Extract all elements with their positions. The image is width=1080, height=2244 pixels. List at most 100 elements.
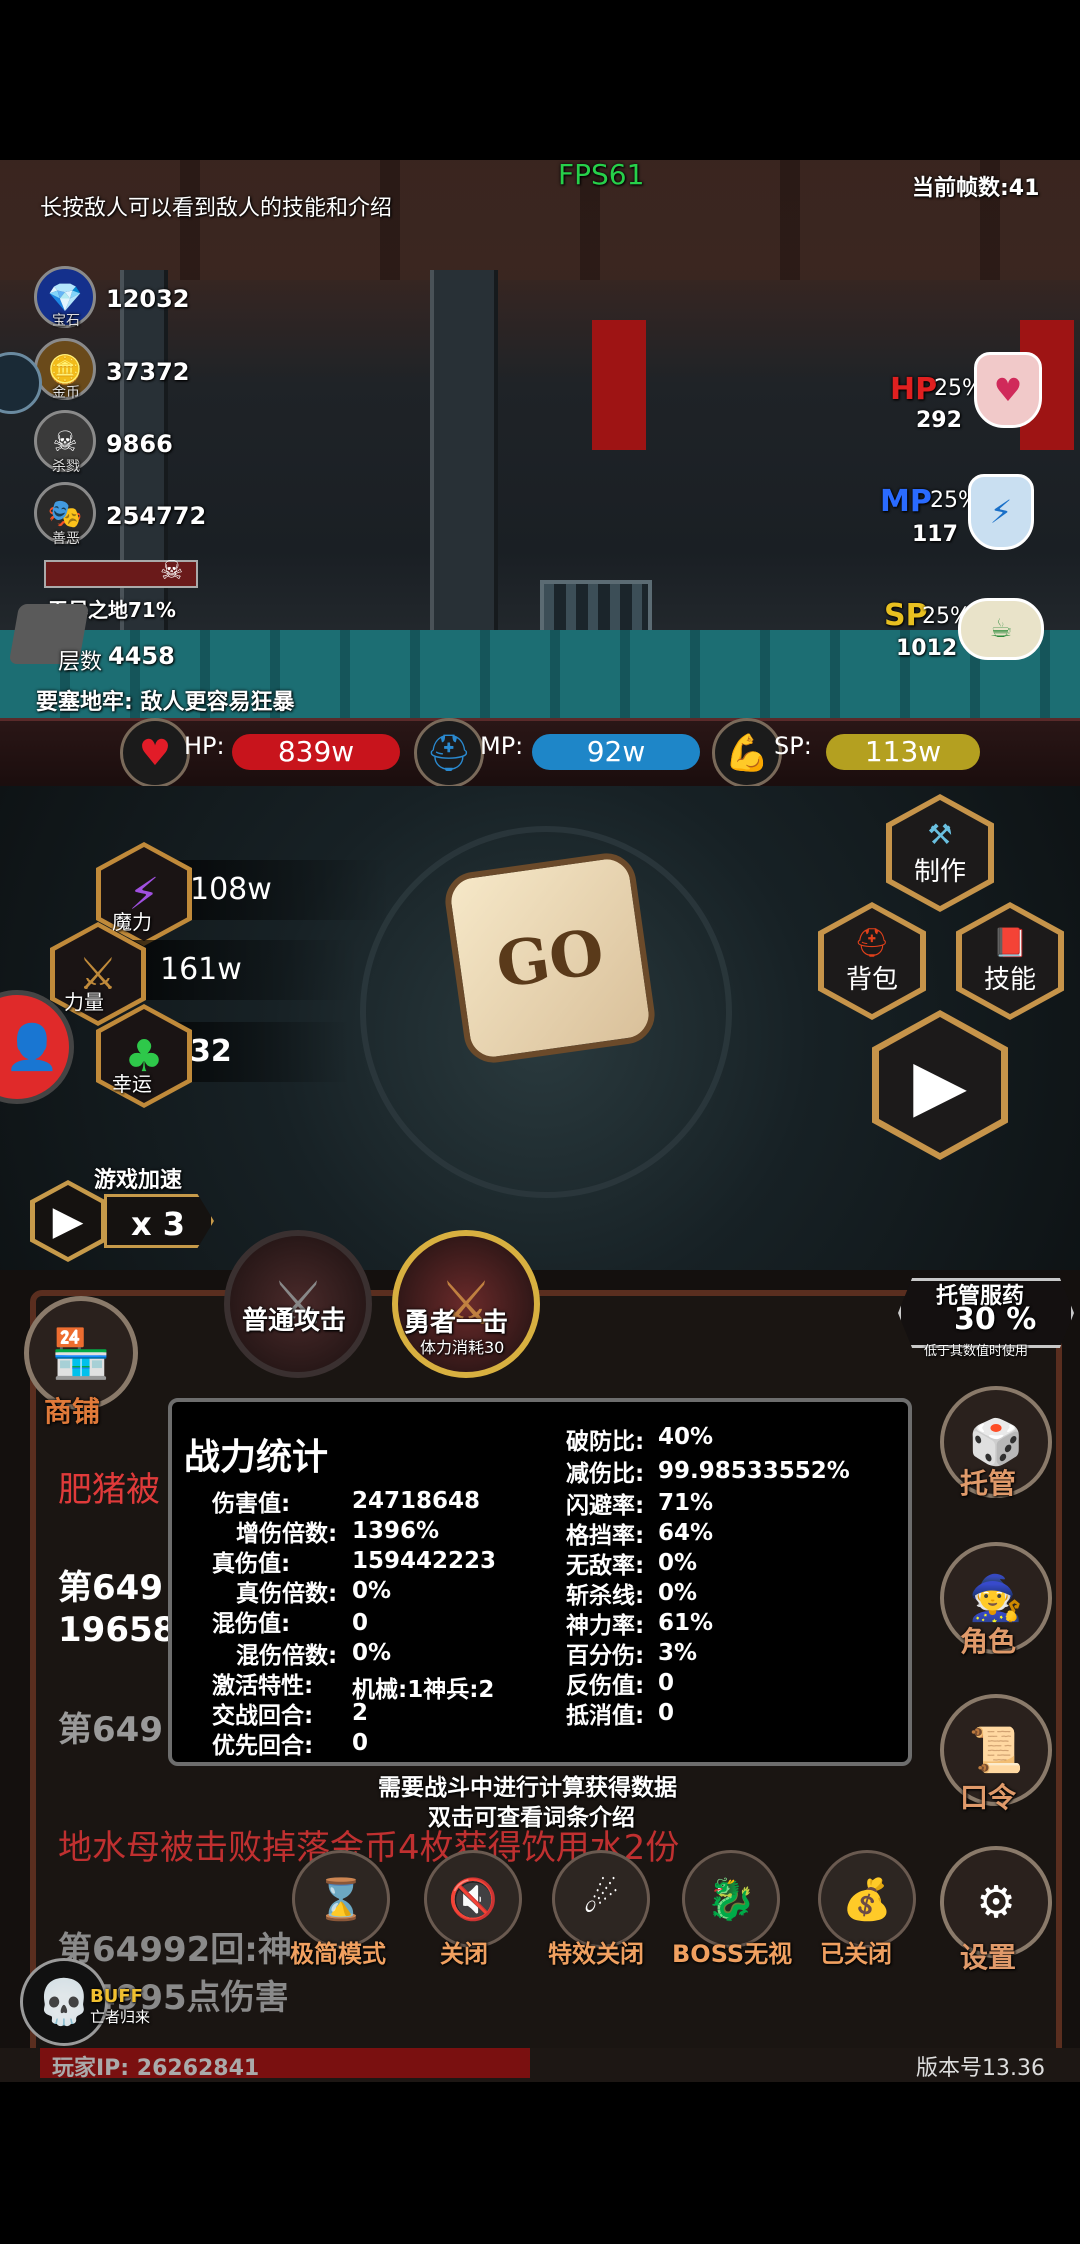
log-line: 第64992回:神 [58, 1930, 292, 1970]
stat-value: 1396% [352, 1518, 440, 1544]
heart-icon: ♥ [120, 718, 190, 788]
sound-toggle-label: 关闭 [440, 1940, 488, 1968]
bag-label: 背包 [845, 965, 898, 995]
shop-icon: 🏪 [51, 1325, 111, 1382]
stat-value: 71% [658, 1490, 714, 1516]
skull-icon: 💀 [36, 1977, 92, 2028]
roll-dice-button[interactable]: GO [441, 849, 659, 1067]
hp-potion-stat: HP [890, 372, 938, 407]
stat-value: 0 [658, 1670, 675, 1696]
red-banner [592, 320, 646, 450]
log-line: 第649 [58, 1568, 163, 1608]
dice-icon: 🎲 [968, 1417, 1024, 1468]
popup-title: 战力统计 [184, 1437, 329, 1478]
coin-count: 37372 [106, 358, 190, 386]
settings-label: 设置 [960, 1941, 1017, 1974]
dungeon-modifier: 要塞地牢: 敌人更容易狂暴 [36, 690, 295, 715]
auto-potion-note: 低于其数值时使用 [924, 1344, 1029, 1359]
hooded-figure-icon: 🧙 [968, 1573, 1024, 1624]
effects-toggle-label: 特效关闭 [548, 1940, 644, 1968]
stat-value: 2 [352, 1700, 369, 1726]
magic-stat-bar: 108w [160, 860, 390, 920]
stat-value: 159442223 [352, 1548, 497, 1574]
stat-label: 抵消值: [566, 1703, 645, 1729]
stat-value: 64% [658, 1520, 714, 1546]
stat-value: 40% [658, 1424, 714, 1450]
stat-value: 0% [352, 1578, 392, 1604]
luck-label: 幸运 [112, 1072, 152, 1096]
stat-value: 机械:1神兵:2 [352, 1677, 495, 1703]
stat-label: 百分伤: [566, 1643, 645, 1669]
stat-value: 0 [352, 1730, 369, 1756]
boss-ignore-label: BOSS无视 [672, 1940, 793, 1968]
mp-potion-icon[interactable]: ⚡ [968, 474, 1034, 550]
kill-count: 9866 [106, 430, 173, 458]
stat-label: 增伤倍数: [236, 1521, 338, 1547]
stat-label: 斩杀线: [566, 1583, 645, 1609]
hp-potion-icon[interactable]: ♥ [974, 352, 1042, 428]
log-line: 肥猪被 [58, 1470, 160, 1510]
buff-label: BUFF [90, 1986, 143, 2007]
gem-count: 12032 [106, 285, 190, 313]
stat-value: 99.98533552% [658, 1458, 850, 1484]
floor-label: 层数 [58, 650, 103, 675]
magic-value: 108w [190, 872, 272, 907]
stat-label: 激活特性: [212, 1673, 314, 1699]
resource-label: 金币 [52, 385, 80, 401]
play-icon: ▶ [35, 1185, 101, 1257]
comet-icon: ☄ [583, 1876, 619, 1922]
knight-helmet-icon: ⛑ [854, 926, 890, 959]
sp-potion-count: 1012 [896, 636, 958, 661]
sp-potion-icon[interactable]: ☕ [958, 598, 1044, 660]
stat-value: 61% [658, 1610, 714, 1636]
luck-value: 32 [190, 1034, 232, 1069]
stat-value: 0% [658, 1550, 698, 1576]
resource-label: 杀戮 [52, 459, 80, 475]
mp-bar: 92w [532, 734, 700, 770]
mute-icon: 🔇 [448, 1876, 498, 1923]
bag-icon: 💰 [842, 1876, 892, 1923]
frame-counter: 当前帧数:41 [912, 176, 1040, 201]
combat-stats-popup[interactable]: 战力统计 伤害值: 24718648 增伤倍数: 1396% 真伤值: 1594… [168, 1398, 912, 1766]
version-number: 版本号13.36 [916, 2056, 1045, 2081]
magic-label: 魔力 [112, 910, 152, 934]
mp-potion-count: 117 [912, 522, 958, 547]
sp-label: SP: [774, 732, 812, 760]
shop-label: 商铺 [44, 1395, 101, 1428]
gear-icon: ⚙ [976, 1876, 1016, 1928]
hourglass-icon: ⌛ [316, 1876, 366, 1923]
stat-value: 3% [658, 1640, 698, 1666]
stat-label: 交战回合: [212, 1703, 314, 1729]
strength-value: 161w [160, 952, 242, 987]
muscle-icon: 💪 [712, 718, 782, 788]
strength-label: 力量 [64, 990, 104, 1014]
auto-potion-percent: 30 % [954, 1302, 1037, 1337]
stat-label: 混伤倍数: [236, 1643, 338, 1669]
mp-label: MP: [480, 732, 524, 760]
spellbook-icon: 📕 [992, 926, 1028, 959]
sp-bar: 113w [826, 734, 980, 770]
hint-text: 长按敌人可以看到敌人的技能和介绍 [40, 196, 393, 221]
stat-value: 0 [658, 1700, 675, 1726]
stat-label: 反伤值: [566, 1673, 645, 1699]
log-line: 19658 [58, 1610, 177, 1650]
brave-strike-cost: 体力消耗30 [420, 1338, 505, 1357]
player-ip: 玩家IP: 26262841 [52, 2056, 260, 2081]
stat-value: 24718648 [352, 1488, 481, 1514]
stat-label: 伤害值: [212, 1491, 291, 1517]
stat-label: 减伤比: [566, 1461, 645, 1487]
speed-multiplier[interactable]: x 3 [104, 1194, 214, 1248]
resource-label: 宝石 [52, 313, 80, 329]
stat-label: 真伤倍数: [236, 1581, 338, 1607]
fps-counter: FPS61 [558, 158, 645, 191]
stat-value: 0% [658, 1580, 698, 1606]
stat-value: 0% [352, 1640, 392, 1666]
stat-label: 真伤值: [212, 1551, 291, 1577]
stat-label: 神力率: [566, 1613, 645, 1639]
auto-battle-label: 托管 [960, 1467, 1017, 1500]
loot-bag-label: 已关闭 [820, 1940, 892, 1968]
stat-label: 破防比: [566, 1429, 645, 1455]
speed-title: 游戏加速 [94, 1168, 183, 1193]
resource-label: 善恶 [52, 531, 80, 547]
stat-label: 无敌率: [566, 1553, 645, 1579]
